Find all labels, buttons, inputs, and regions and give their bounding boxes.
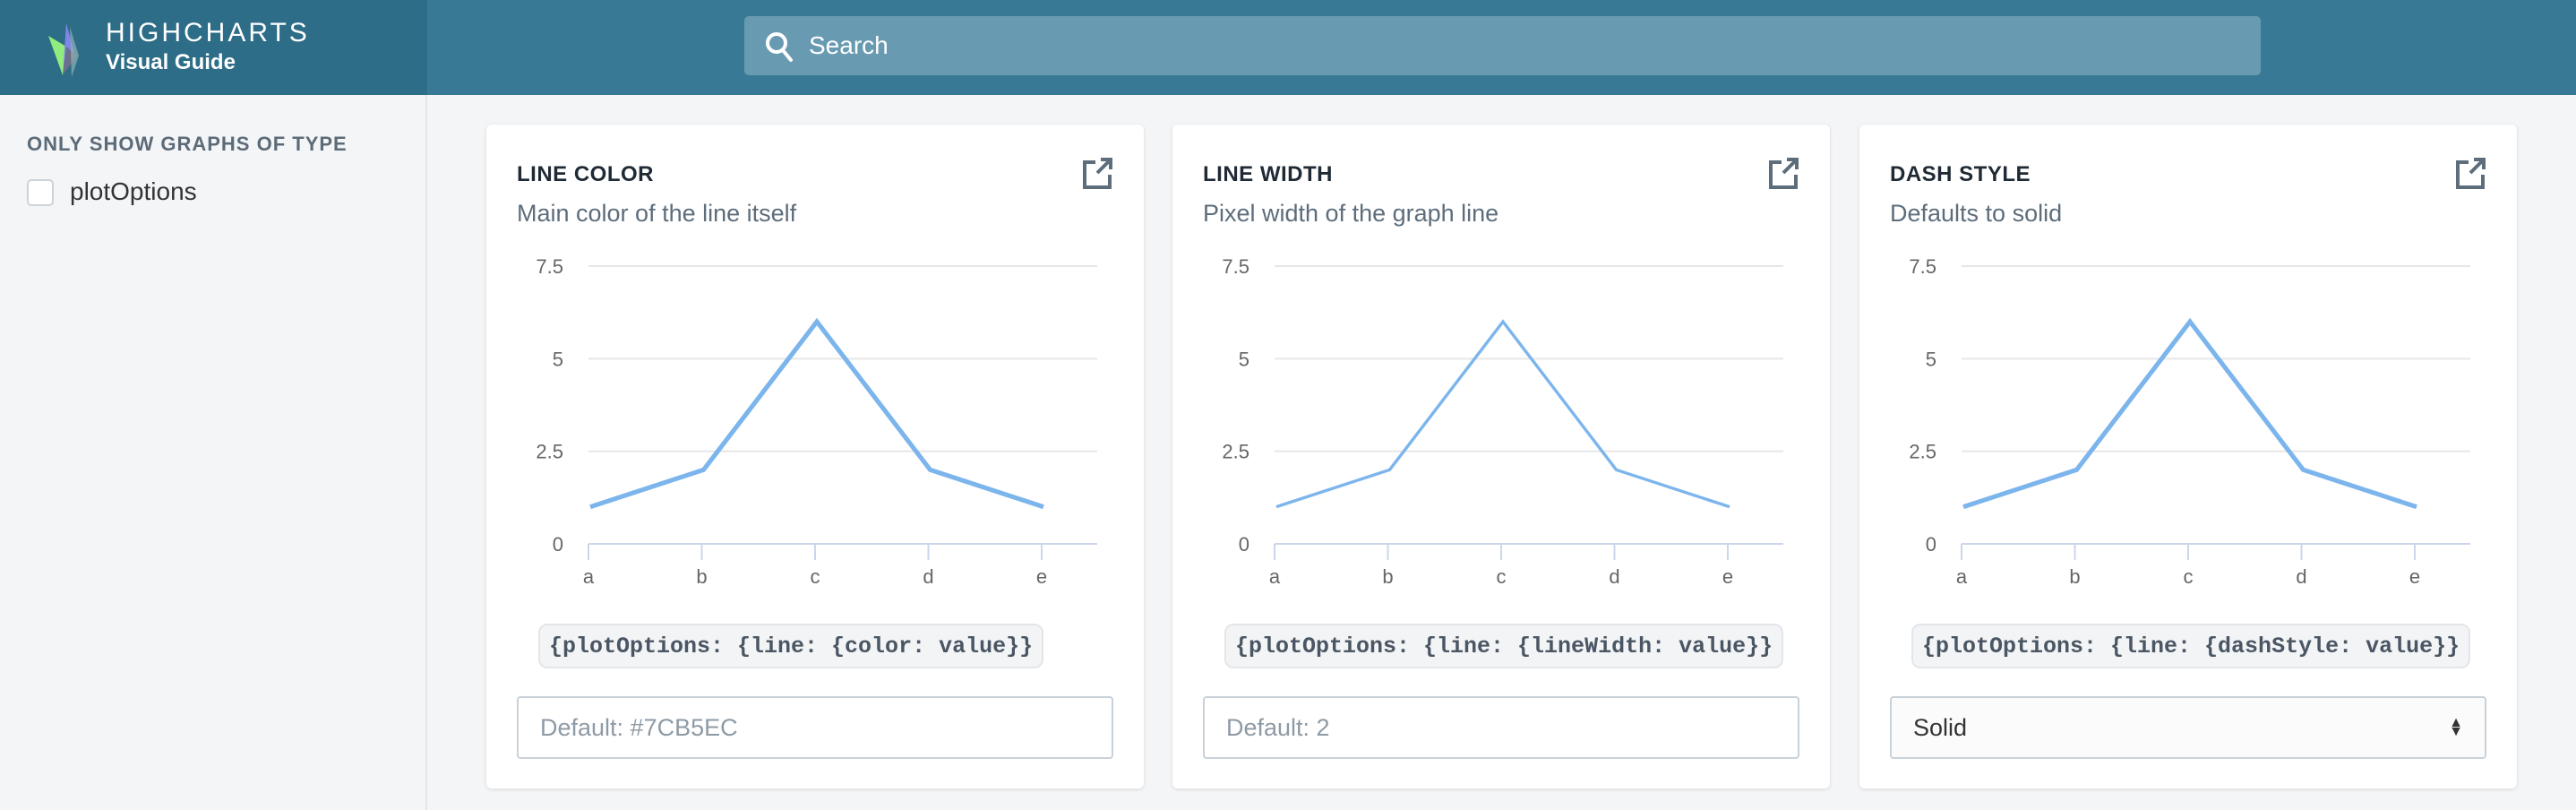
line-chart: 0 2.5 5 7.5 a b c d e xyxy=(536,255,1097,588)
series-line xyxy=(1275,319,1730,509)
y-tick-label: 0 xyxy=(1926,533,1936,556)
y-tick-label: 5 xyxy=(1926,348,1936,370)
x-tick-label: a xyxy=(1269,565,1281,588)
y-tick-label: 5 xyxy=(553,348,563,370)
brand-name: HIGHCHARTS xyxy=(106,18,310,47)
y-tick-label: 7.5 xyxy=(1222,255,1249,278)
card-title: DASH STYLE xyxy=(1890,162,2031,186)
line-chart: 0 2.5 5 7.5 a b c d e xyxy=(1222,255,1783,588)
x-tick-label: a xyxy=(1956,565,1968,588)
x-tick-label: e xyxy=(1036,565,1047,588)
x-tick-label: b xyxy=(696,565,707,588)
card-description: Main color of the line itself xyxy=(517,200,797,227)
option-card: LINE COLOR Main color of the line itself… xyxy=(486,125,1144,788)
dash-style-select[interactable]: Solid ▲ ▼ xyxy=(1890,696,2486,759)
y-tick-label: 2.5 xyxy=(1222,441,1249,463)
option-card: DASH STYLE Defaults to solid 0 2.5 5 7.5 a b c… xyxy=(1859,125,2517,788)
code-snippet: {plotOptions: {line: {color: value}} xyxy=(538,624,1044,668)
option-value-field[interactable]: Default: 2 xyxy=(1203,696,1799,759)
y-tick-label: 7.5 xyxy=(1909,255,1936,278)
search-icon xyxy=(766,32,793,62)
y-tick-label: 0 xyxy=(1239,533,1249,556)
x-tick-label: d xyxy=(2296,565,2306,588)
x-tick-label: b xyxy=(2069,565,2080,588)
card-description: Defaults to solid xyxy=(1890,200,2063,227)
option-value-input[interactable] xyxy=(1205,698,1798,757)
sidebar: ONLY SHOW GRAPHS OF TYPE plotOptions xyxy=(0,95,427,810)
x-tick-label: a xyxy=(583,565,595,588)
code-snippet: {plotOptions: {line: {dashStyle: value}} xyxy=(1911,624,2471,668)
x-tick-label: b xyxy=(1382,565,1393,588)
external-link-icon[interactable] xyxy=(2454,157,2486,189)
brand-subtitle: Visual Guide xyxy=(106,50,236,74)
search-input[interactable] xyxy=(809,16,2152,75)
external-link-icon[interactable] xyxy=(1081,157,1113,189)
code-snippet: {plotOptions: {line: {lineWidth: value}} xyxy=(1224,624,1784,668)
x-tick-label: c xyxy=(811,565,820,588)
x-tick-label: c xyxy=(2184,565,2194,588)
search-bar[interactable] xyxy=(744,16,2261,75)
highcharts-logo xyxy=(48,23,79,77)
x-tick-label: d xyxy=(923,565,933,588)
x-tick-label: e xyxy=(2409,565,2420,588)
external-link-icon[interactable] xyxy=(1767,157,1799,189)
y-tick-label: 0 xyxy=(553,533,563,556)
series-line xyxy=(1962,317,2417,510)
card-title: LINE WIDTH xyxy=(1203,162,1333,186)
brand[interactable]: HIGHCHARTS Visual Guide xyxy=(0,0,427,95)
card-description: Pixel width of the graph line xyxy=(1203,200,1499,227)
plotoptions-label[interactable]: plotOptions xyxy=(70,177,197,206)
y-tick-label: 2.5 xyxy=(536,441,563,463)
x-tick-label: e xyxy=(1722,565,1733,588)
x-tick-label: c xyxy=(1497,565,1507,588)
y-tick-label: 7.5 xyxy=(536,255,563,278)
plotoptions-checkbox[interactable] xyxy=(27,179,54,206)
card-title: LINE COLOR xyxy=(517,162,654,186)
y-tick-label: 2.5 xyxy=(1909,441,1936,463)
top-bar: HIGHCHARTS Visual Guide xyxy=(0,0,2576,95)
x-tick-label: d xyxy=(1609,565,1619,588)
option-value-input[interactable] xyxy=(519,698,1112,757)
select-value: Solid xyxy=(1913,713,1968,741)
select-arrows-icon: ▲ ▼ xyxy=(2449,715,2463,739)
y-tick-label: 5 xyxy=(1239,348,1249,370)
option-value-field[interactable]: Default: #7CB5EC xyxy=(517,696,1113,759)
series-line xyxy=(589,317,1044,510)
filter-title: ONLY SHOW GRAPHS OF TYPE xyxy=(27,133,348,155)
line-chart: 0 2.5 5 7.5 a b c d e xyxy=(1909,255,2470,588)
option-card: LINE WIDTH Pixel width of the graph line… xyxy=(1172,125,1830,788)
